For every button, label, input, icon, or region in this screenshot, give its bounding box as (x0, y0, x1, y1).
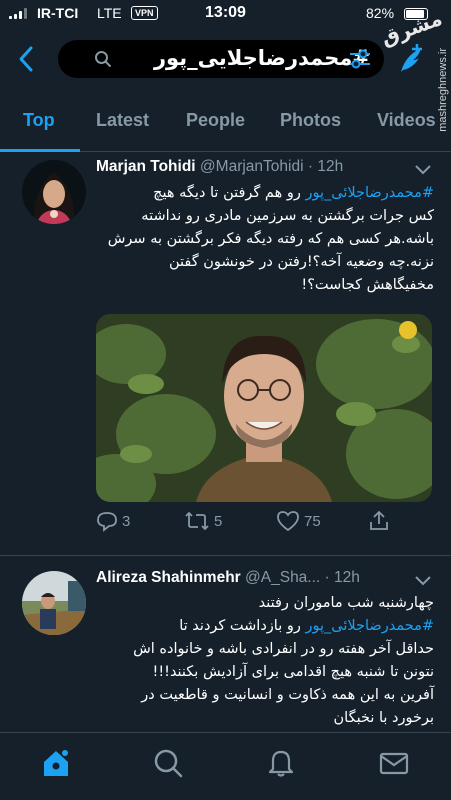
notifications-icon[interactable] (265, 747, 297, 779)
tweet-line: نتونن تا شنبه هیچ اقدامی برای آزادیش بکن… (152, 664, 435, 680)
home-icon[interactable] (40, 747, 72, 779)
battery-percentage: 82% (366, 5, 395, 21)
tweet-photo[interactable] (96, 314, 432, 502)
retweet-icon (185, 511, 209, 531)
explore-icon[interactable] (152, 747, 184, 779)
tweet-line-text: رو بازداشت کردند تا (179, 618, 306, 634)
tweet-line: برخورد با نخبگان (333, 710, 434, 726)
search-icon (95, 51, 111, 67)
tweet[interactable]: Marjan Tohidi @MarjanTohidi · 12h #محمدر… (0, 152, 451, 556)
bottom-navigation (0, 732, 451, 800)
tweet-line: باشه.هر کسی هم که رفته دیگه فکر برگشتن ب… (107, 231, 434, 247)
tweet-line: چهارشنبه شب ماموران رفتند (258, 595, 434, 611)
tweet-line-text: رو هم گرفتن تا دیگه هیچ (153, 185, 306, 201)
watermark-text: mashreghnews.ir (437, 48, 449, 132)
author-handle[interactable]: @MarjanTohidi (200, 158, 304, 175)
hashtag-link[interactable]: #محمدرضاجلائی_پور (305, 618, 434, 634)
share-icon (370, 510, 388, 530)
back-arrow-icon (19, 46, 33, 72)
tweet-line: آفرین به این همه ذکاوت و انسانیت و قاطعی… (141, 687, 434, 703)
like-icon (277, 511, 299, 532)
tab-top[interactable]: Top (23, 110, 55, 131)
tab-people[interactable]: People (186, 110, 245, 131)
tab-photos[interactable]: Photos (280, 110, 341, 131)
like-count: 75 (304, 512, 321, 530)
tweet-line: #محمدرضاجلائی_پور رو هم گرفتن تا دیگه هی… (96, 182, 434, 205)
hashtag-link[interactable]: #محمدرضاجلائی_پور (305, 185, 434, 201)
reply-button[interactable]: 3 (96, 510, 130, 532)
like-button[interactable]: 75 (276, 510, 321, 532)
avatar[interactable] (22, 160, 86, 224)
search-tabs: Top Latest People Photos Videos (0, 100, 451, 152)
avatar[interactable] (22, 571, 86, 635)
messages-icon[interactable] (378, 747, 410, 779)
retweet-count: 5 (214, 512, 223, 530)
retweet-button[interactable]: 5 (184, 510, 222, 532)
tweet-line: نزنه.چه وضعیه آخه؟!رفتن در خونشون گفتن (169, 254, 434, 270)
avatar-image (22, 571, 86, 635)
reply-icon (97, 512, 117, 532)
tweet-photo-image (96, 314, 432, 502)
chevron-down-icon[interactable] (413, 164, 433, 176)
search-field[interactable]: #محمدرضاجلایی_پور (58, 40, 384, 78)
tweet[interactable]: Alireza Shahinmehr @A_Sha... · 12h چهارش… (0, 557, 451, 732)
tweet-actions: 3 5 75 (96, 510, 426, 540)
avatar-image (22, 160, 86, 224)
search-query[interactable]: #محمدرضاجلایی_پور (154, 46, 370, 70)
tweet-line: #محمدرضاجلائی_پور رو بازداشت کردند تا (96, 615, 434, 638)
back-button[interactable] (14, 44, 40, 74)
tweet-time: · 12h (324, 569, 360, 586)
share-button[interactable] (368, 510, 390, 532)
reply-count: 3 (122, 512, 131, 530)
tweet-line: حداقل آخر هفته رو در انفرادی باشه و خانو… (133, 641, 434, 657)
tweet-time: · 12h (307, 158, 344, 175)
author-name[interactable]: Alireza Shahinmehr (96, 569, 241, 586)
tweet-line: مخفیگاهش کجاست؟! (301, 277, 434, 293)
chevron-down-icon[interactable] (413, 575, 433, 587)
watermark: مشرق mashreghnews.ir (378, 6, 449, 132)
tweet-text: #محمدرضاجلائی_پور رو هم گرفتن تا دیگه هی… (96, 182, 434, 297)
author-name[interactable]: Marjan Tohidi (96, 158, 196, 175)
tweet-text: چهارشنبه شب ماموران رفتند #محمدرضاجلائی_… (96, 592, 434, 730)
tweet-line: کس جرات برگشتن به سرزمین مادری رو نداشته (141, 208, 434, 224)
tweet-author: Alireza Shahinmehr @A_Sha... · 12h (96, 569, 360, 587)
tab-latest[interactable]: Latest (96, 110, 149, 131)
tweet-author: Marjan Tohidi @MarjanTohidi · 12h (96, 158, 343, 176)
author-handle[interactable]: @A_Sha... (245, 569, 320, 586)
filter-icon[interactable] (347, 46, 373, 72)
